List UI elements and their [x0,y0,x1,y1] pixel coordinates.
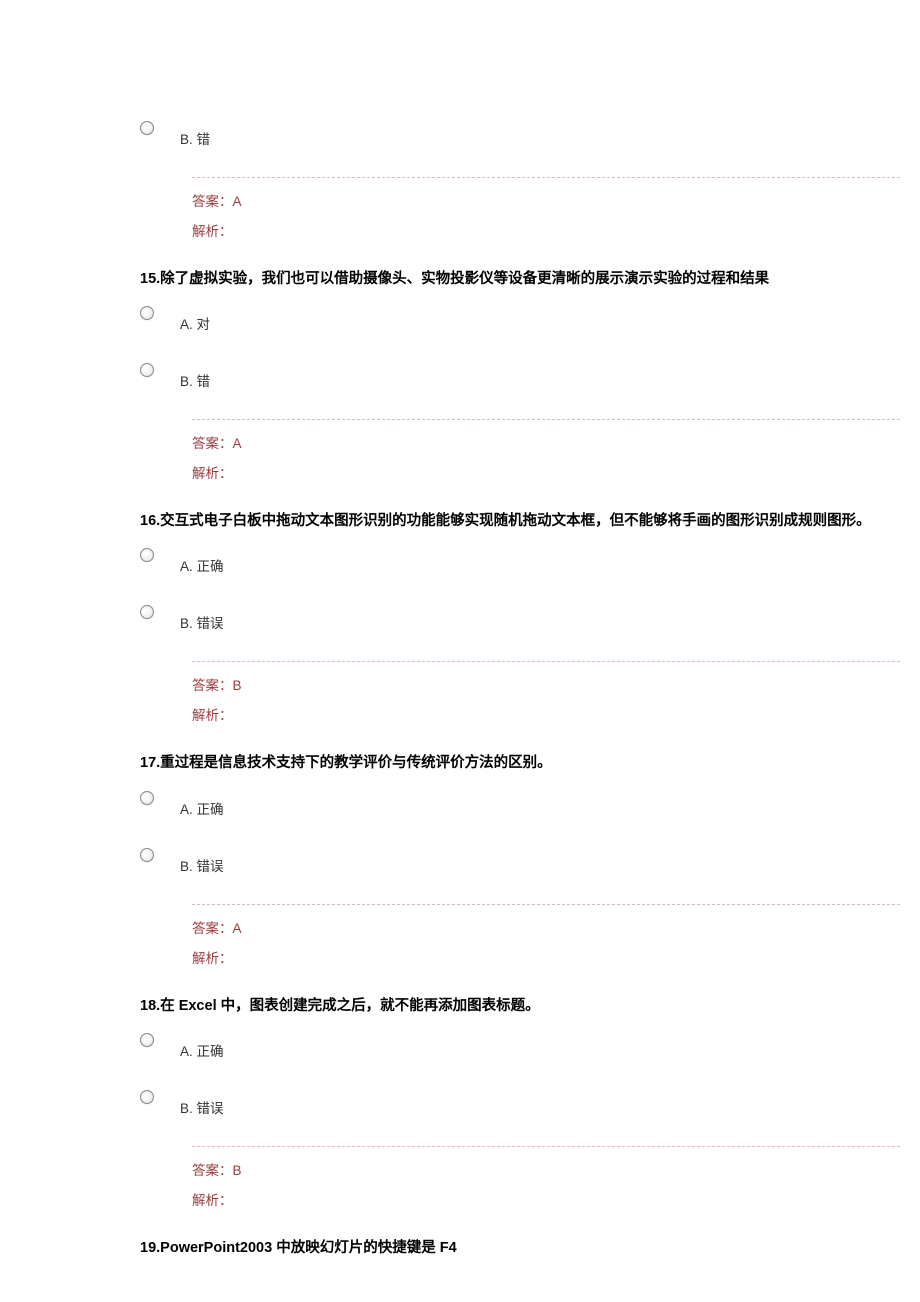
answer-label: 答案： [192,1163,233,1178]
option-label: A. 正确 [180,790,224,818]
option-row: A. 正确 [10,1032,910,1064]
radio-icon[interactable] [140,306,154,320]
answer-value: A [233,194,242,209]
question-text: 15.除了虚拟实验，我们也可以借助摄像头、实物投影仪等设备更清晰的展示演示实验的… [10,268,910,291]
answer-block: 答案：A 解析： [192,904,900,971]
answer-line: 答案：A [192,432,900,452]
question-18: 18.在 Excel 中，图表创建完成之后，就不能再添加图表标题。 A. 正确 … [10,995,910,1213]
option-row: B. 错误 [10,1089,910,1121]
radio-icon[interactable] [140,363,154,377]
question-body: 重过程是信息技术支持下的教学评价与传统评价方法的区别。 [160,755,552,771]
question-number: 19. [140,1240,160,1256]
radio-icon[interactable] [140,1090,154,1104]
option-label: B. 错误 [180,1089,224,1117]
question-17: 17.重过程是信息技术支持下的教学评价与传统评价方法的区别。 A. 正确 B. … [10,752,910,970]
question-number: 18. [140,998,160,1014]
answer-value: B [233,678,242,693]
question-body: 在 Excel 中，图表创建完成之后，就不能再添加图表标题。 [160,998,539,1014]
answer-block: 答案：B 解析： [192,661,900,728]
option-label: A. 正确 [180,1032,224,1060]
answer-value: B [233,1163,242,1178]
explain-line: 解析： [192,1189,900,1209]
question-15: 15.除了虚拟实验，我们也可以借助摄像头、实物投影仪等设备更清晰的展示演示实验的… [10,268,910,486]
question-text: 17.重过程是信息技术支持下的教学评价与传统评价方法的区别。 [10,752,910,775]
question-text: 19.PowerPoint2003 中放映幻灯片的快捷键是 F4 [10,1237,910,1260]
option-label: B. 错误 [180,847,224,875]
answer-line: 答案：B [192,674,900,694]
option-row: A. 正确 [10,547,910,579]
question-body: PowerPoint2003 中放映幻灯片的快捷键是 F4 [160,1240,457,1256]
answer-label: 答案： [192,436,233,451]
explain-line: 解析： [192,220,900,240]
question-number: 16. [140,513,160,529]
question-body: 除了虚拟实验，我们也可以借助摄像头、实物投影仪等设备更清晰的展示演示实验的过程和… [160,271,769,287]
answer-line: 答案：A [192,917,900,937]
answer-block: 答案：B 解析： [192,1146,900,1213]
explain-line: 解析： [192,947,900,967]
radio-icon[interactable] [140,121,154,135]
quiz-page: B. 错 答案：A 解析： 15.除了虚拟实验，我们也可以借助摄像头、实物投影仪… [0,120,920,1260]
answer-value: A [233,436,242,451]
option-row: A. 正确 [10,790,910,822]
radio-icon[interactable] [140,605,154,619]
answer-line: 答案：A [192,190,900,210]
option-label: B. 错 [180,120,210,148]
option-label: A. 正确 [180,547,224,575]
question-text: 16.交互式电子白板中拖动文本图形识别的功能能够实现随机拖动文本框，但不能够将手… [10,510,910,533]
question-text: 18.在 Excel 中，图表创建完成之后，就不能再添加图表标题。 [10,995,910,1018]
answer-label: 答案： [192,194,233,209]
answer-label: 答案： [192,921,233,936]
option-row: A. 对 [10,305,910,337]
radio-icon[interactable] [140,791,154,805]
option-row: B. 错 [10,120,910,152]
option-label: B. 错误 [180,604,224,632]
option-label: B. 错 [180,362,210,390]
answer-block: 答案：A 解析： [192,419,900,486]
answer-value: A [233,921,242,936]
explain-line: 解析： [192,704,900,724]
answer-block: 答案：A 解析： [192,177,900,244]
option-row: B. 错 [10,362,910,394]
question-number: 17. [140,755,160,771]
explain-line: 解析： [192,462,900,482]
radio-icon[interactable] [140,1033,154,1047]
question-body: 交互式电子白板中拖动文本图形识别的功能能够实现随机拖动文本框，但不能够将手画的图… [160,513,871,529]
option-row: B. 错误 [10,847,910,879]
question-number: 15. [140,271,160,287]
answer-label: 答案： [192,678,233,693]
radio-icon[interactable] [140,548,154,562]
answer-line: 答案：B [192,1159,900,1179]
option-label: A. 对 [180,305,210,333]
question-19: 19.PowerPoint2003 中放映幻灯片的快捷键是 F4 [10,1237,910,1260]
question-16: 16.交互式电子白板中拖动文本图形识别的功能能够实现随机拖动文本框，但不能够将手… [10,510,910,728]
option-row: B. 错误 [10,604,910,636]
radio-icon[interactable] [140,848,154,862]
